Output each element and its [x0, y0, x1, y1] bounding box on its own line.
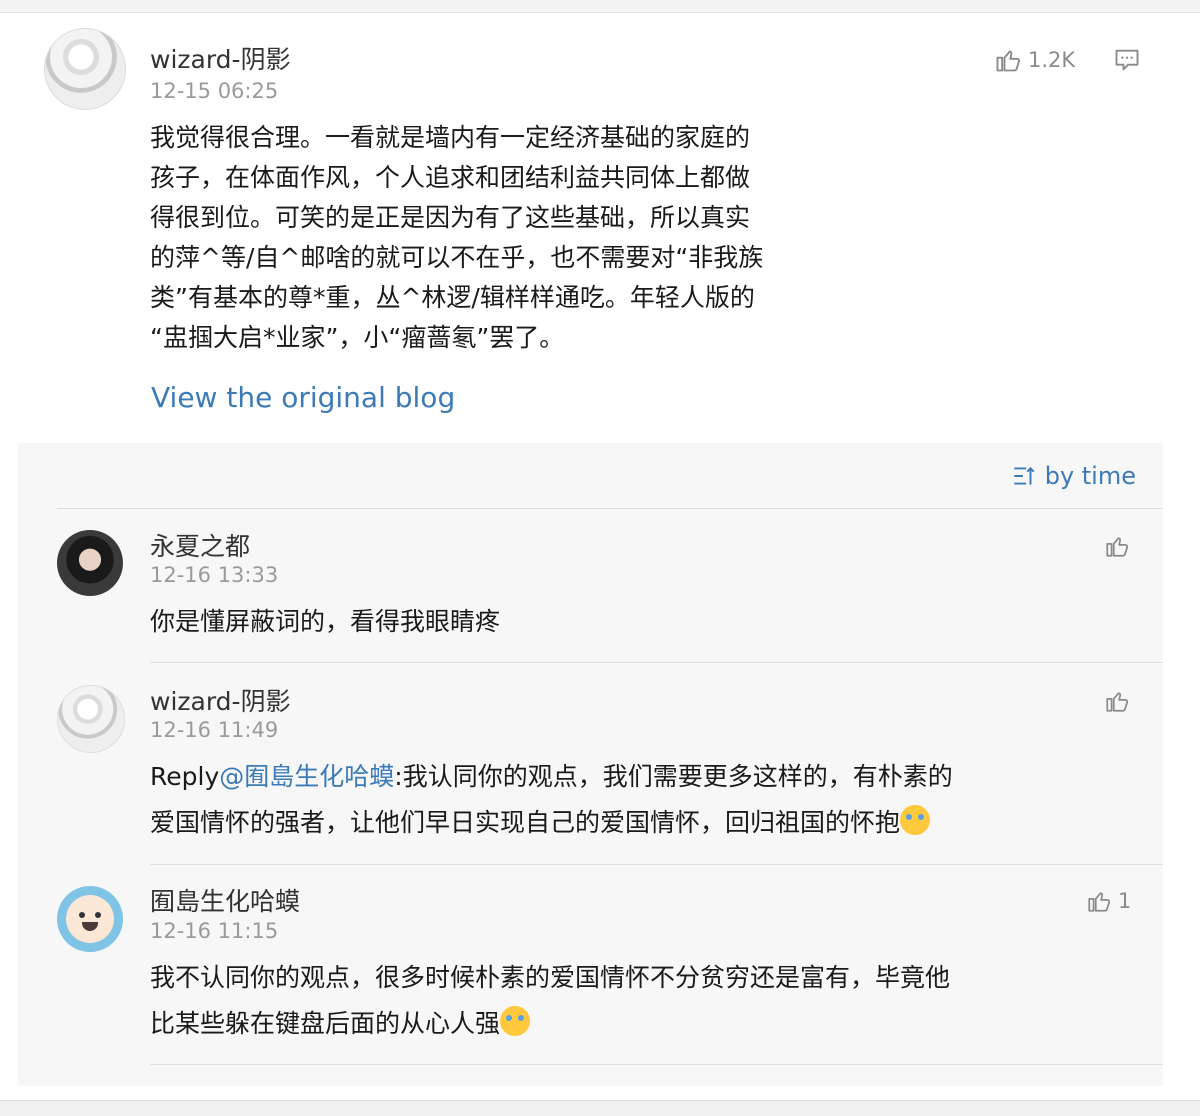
top-border	[0, 0, 1200, 13]
divider	[150, 662, 1163, 663]
comment-like-button[interactable]	[1104, 533, 1130, 559]
comment-author-name[interactable]: wizard-阴影	[150, 682, 291, 718]
sort-by-time-button[interactable]: by time	[1011, 462, 1136, 490]
post-body-line: 得很到位。可笑的是正是因为有了这些基础，所以真实	[150, 203, 751, 232]
thumbs-up-icon	[1106, 537, 1129, 557]
laughing-face-icon	[66, 895, 114, 943]
divider	[57, 508, 1163, 509]
comment-like-button[interactable]: 1	[1086, 888, 1131, 914]
comment-line: 我不认同你的观点，很多时候朴素的爱国情怀不分贫穷还是富有，毕竟他	[150, 963, 951, 992]
comment-author-name[interactable]: 囿島生化哈蟆	[150, 882, 300, 918]
comment-like-button[interactable]	[1104, 688, 1130, 714]
comment-text: 你是懂屏蔽词的，看得我眼睛疼	[150, 599, 500, 645]
comment-text: Reply@囿島生化哈蟆:我认同你的观点，我们需要更多这样的，有朴素的 爱国情怀…	[150, 754, 953, 846]
post-body-line: 的萍^等/自^邮啥的就可以不在乎，也不需要对“非我族	[150, 243, 764, 272]
comment-line: 你是懂屏蔽词的，看得我眼睛疼	[150, 607, 501, 636]
post-body-line: 我觉得很合理。一看就是墙内有一定经济基础的家庭的	[150, 123, 751, 152]
comment-author-avatar[interactable]	[57, 685, 125, 753]
post-like-count: 1.2K	[1028, 48, 1076, 72]
comment-text: 我不认同你的观点，很多时候朴素的爱国情怀不分贫穷还是富有，毕竟他 比某些躲在键盘…	[150, 955, 950, 1047]
view-original-blog-link[interactable]: View the original blog	[151, 381, 455, 414]
post-timestamp: 12-15 06:25	[150, 79, 279, 103]
crying-laughing-emoji-icon	[500, 1006, 531, 1036]
comment-bubble-icon	[1115, 49, 1139, 71]
post-body-line: 孩子，在体面作风，个人追求和团结利益共同体上都做	[150, 163, 751, 192]
post-author-avatar[interactable]	[44, 28, 126, 110]
post-like-button[interactable]: 1.2K	[994, 46, 1075, 74]
post-body-line: “盅掴大启*业家”，小“瘤蔷氡”罢了。	[150, 323, 565, 352]
reply-prefix: Reply	[150, 762, 220, 791]
sort-label: by time	[1044, 462, 1136, 490]
comment-line: :我认同你的观点，我们需要更多这样的，有朴素的	[394, 762, 953, 791]
post-body: 我觉得很合理。一看就是墙内有一定经济基础的家庭的 孩子，在体面作风，个人追求和团…	[150, 118, 860, 358]
comment-author-avatar[interactable]	[57, 530, 123, 596]
comment-timestamp: 12-16 11:49	[150, 718, 279, 742]
comment-author-name[interactable]: 永夏之都	[150, 527, 250, 563]
sort-lines-icon	[1013, 467, 1035, 485]
comment-timestamp: 12-16 11:15	[150, 919, 279, 943]
comment-timestamp: 12-16 13:33	[150, 563, 279, 587]
post-author-name[interactable]: wizard-阴影	[150, 40, 291, 76]
reply-mention-link[interactable]: @囿島生化哈蟆	[219, 762, 394, 791]
divider	[150, 1064, 1163, 1065]
comment-line: 比某些躲在键盘后面的从心人强	[150, 1009, 501, 1038]
thumbs-up-icon	[1088, 892, 1111, 912]
comment-like-count: 1	[1118, 889, 1132, 913]
bottom-border	[0, 1100, 1200, 1116]
post-body-line: 类”有基本的尊*重，丛^林逻/辑样样通吃。年轻人版的	[150, 283, 755, 312]
crying-laughing-emoji-icon	[900, 805, 931, 835]
post-comment-button[interactable]	[1113, 46, 1141, 74]
comment-line: 爱国情怀的强者，让他们早日实现自己的爱国情怀，回归祖国的怀抱	[150, 808, 901, 837]
thumbs-up-icon	[996, 50, 1020, 72]
thumbs-up-icon	[1106, 692, 1129, 712]
comment-author-avatar[interactable]	[57, 886, 123, 952]
divider	[150, 864, 1163, 865]
